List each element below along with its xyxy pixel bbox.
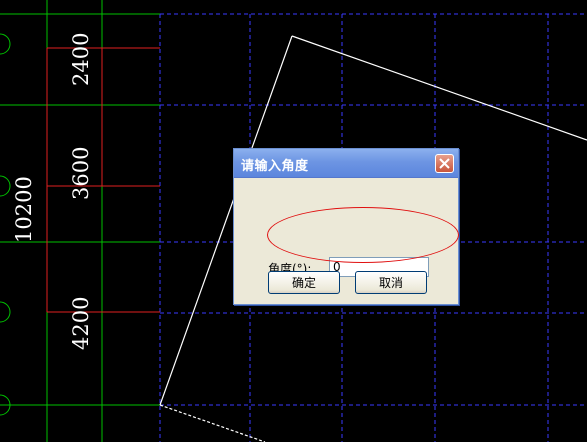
- ok-button[interactable]: 确定: [268, 271, 340, 294]
- dim-label-total: 10200: [12, 176, 36, 243]
- dim-label-segment-3: 4200: [69, 297, 93, 350]
- dialog-titlebar[interactable]: 请输入角度: [234, 149, 458, 178]
- dim-label-segment-2: 3600: [69, 147, 93, 200]
- dialog-title: 请输入角度: [241, 159, 309, 174]
- dimension-lines: [46, 47, 160, 313]
- close-icon: [439, 158, 450, 169]
- cancel-button[interactable]: 取消: [355, 271, 427, 294]
- close-button[interactable]: [435, 154, 454, 173]
- dim-label-segment-1: 2400: [69, 33, 93, 86]
- angle-dialog: 请输入角度 角度(°): 确定 取消: [233, 148, 459, 305]
